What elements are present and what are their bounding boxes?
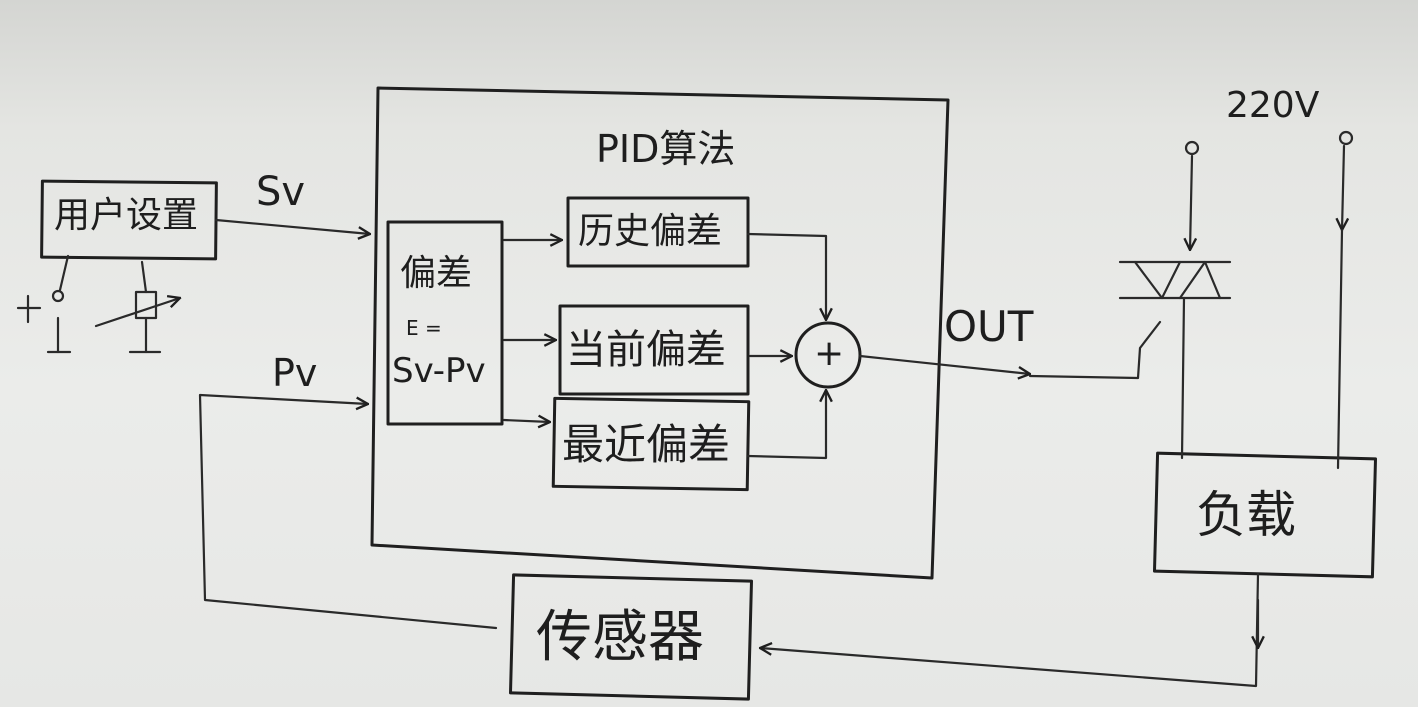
load-label: 负载 xyxy=(1196,486,1296,544)
user-setting-label: 用户设置 xyxy=(54,195,199,236)
supply-right-line xyxy=(1342,144,1344,230)
potentiometer-symbol xyxy=(16,254,180,354)
summer-sign: + xyxy=(814,333,845,374)
pid-algorithm-title: PID算法 xyxy=(596,127,736,171)
current-error-label: 当前偏差 xyxy=(566,327,726,373)
sv-arrow xyxy=(214,218,370,234)
error-title: 偏差 xyxy=(400,253,473,294)
pv-label: Pv xyxy=(272,351,318,395)
recent-to-sum xyxy=(746,390,826,460)
arrow-to-recent xyxy=(502,420,550,422)
supply-left-line xyxy=(1190,154,1192,250)
error-formula-line1: E = xyxy=(406,316,442,340)
history-to-sum xyxy=(746,232,826,320)
sensor-label: 传感器 xyxy=(536,605,704,670)
sv-label: Sv xyxy=(256,169,306,215)
out-label: OUT xyxy=(944,302,1034,351)
triac-symbol xyxy=(1118,260,1232,300)
triac-to-load-line xyxy=(1180,296,1186,460)
recent-error-label: 最近偏差 xyxy=(562,420,731,469)
out-arrow xyxy=(858,354,1030,374)
pv-feedback-line xyxy=(198,393,498,630)
supply-terminal-left xyxy=(1184,140,1200,156)
error-formula-line2: Sv-Pv xyxy=(392,351,486,391)
supply-right-to-load xyxy=(1336,228,1344,470)
supply-voltage-label: 220V xyxy=(1226,85,1320,126)
history-error-label: 历史偏差 xyxy=(578,211,723,252)
supply-terminal-right xyxy=(1338,130,1354,146)
out-to-triac-line xyxy=(1028,320,1162,380)
load-to-sensor-line xyxy=(760,572,1260,688)
